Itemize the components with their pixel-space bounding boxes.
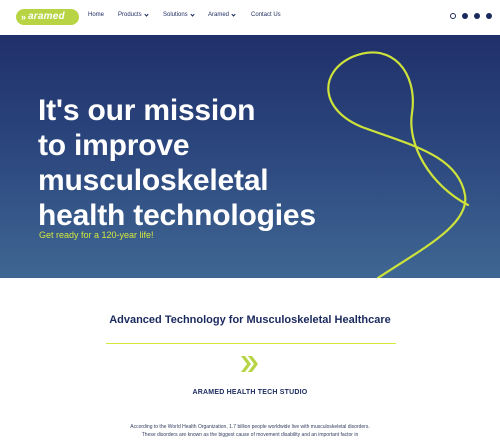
paragraph-line: According to the World Health Organizati… [130, 424, 370, 430]
logo-text: aramed [28, 11, 65, 22]
paragraph-line: These disorders are known as the biggest… [141, 432, 359, 438]
nav-item-label: Aramed [208, 12, 230, 18]
hero-title-line: health technologies [38, 199, 316, 232]
aramed-logo[interactable]: » aramed [16, 9, 79, 25]
hero-title-line: to improve [38, 129, 190, 162]
nav-item-solutions[interactable]: Solutions [163, 11, 195, 18]
chevron-down-icon [190, 11, 195, 17]
nav-item-contact-us[interactable]: Contact Us [251, 12, 281, 18]
nav-item-aramed[interactable]: Aramed [208, 11, 236, 18]
chevron-down-icon [231, 11, 236, 17]
section-title: Advanced Technology for Musculoskeletal … [109, 314, 391, 326]
hero-subtitle: Get ready for a 120-year life! [39, 230, 154, 240]
nav-item-home[interactable]: Home [88, 12, 104, 18]
nav-item-label: Products [118, 12, 142, 18]
instagram-icon[interactable] [486, 13, 492, 19]
logo-chevron-icon: » [21, 11, 26, 22]
nav-item-products[interactable]: Products [118, 11, 149, 18]
nav-item-label: Contact Us [251, 12, 281, 18]
chevron-down-icon [144, 11, 149, 17]
section-divider [106, 343, 396, 344]
nav-item-label: Solutions [163, 12, 188, 18]
double-chevron-icon [241, 356, 258, 372]
hero-title-line: musculoskeletal [38, 164, 269, 197]
linkedin-icon[interactable] [474, 13, 480, 19]
studio-title: ARAMED HEALTH TECH STUDIO [192, 389, 308, 396]
hero-banner: It's our mission to improve musculoskele… [0, 35, 500, 278]
globe-icon[interactable] [450, 13, 456, 19]
intro-paragraph: According to the World Health Organizati… [118, 423, 382, 439]
nav-item-label: Home [88, 12, 105, 18]
hero-title-line: It's our mission [38, 94, 256, 127]
top-navbar: » aramed Home Products Solutions Aramed … [0, 0, 500, 35]
hero-title: It's our mission to improve musculoskele… [38, 93, 358, 233]
facebook-icon[interactable] [462, 13, 468, 19]
